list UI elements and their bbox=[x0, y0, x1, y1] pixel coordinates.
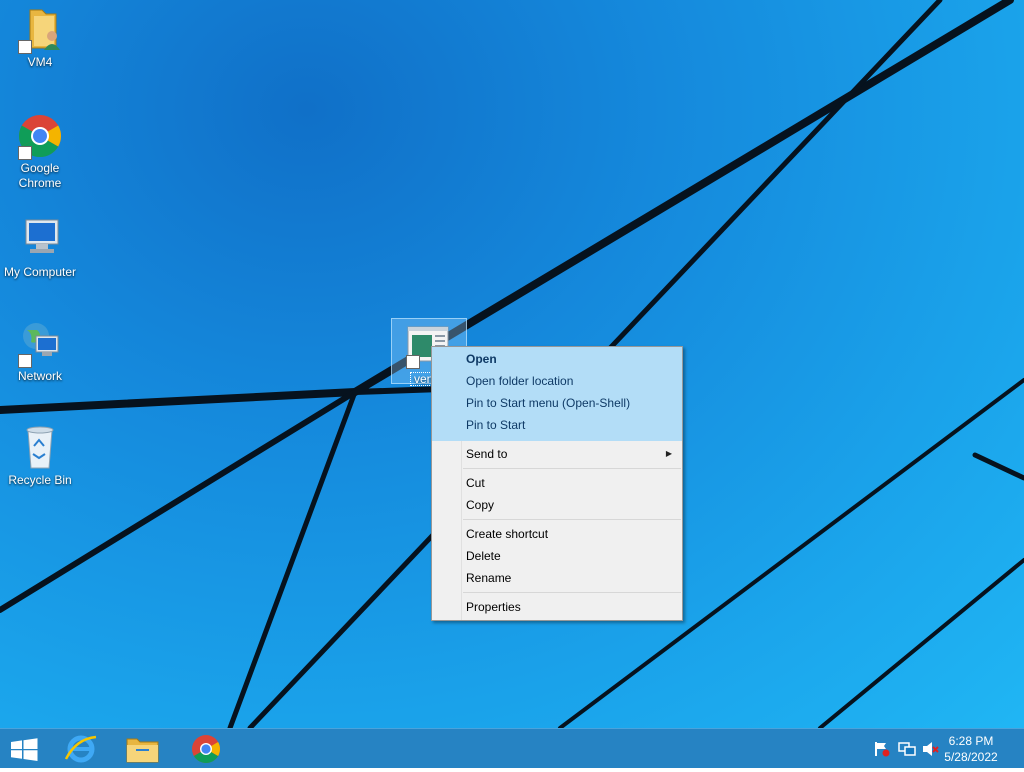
user-folder-icon bbox=[16, 6, 64, 54]
shortcut-arrow-icon bbox=[18, 146, 32, 160]
shortcut-arrow-icon bbox=[406, 355, 420, 369]
start-button[interactable] bbox=[0, 729, 56, 769]
tray-network[interactable] bbox=[898, 741, 916, 757]
menu-gutter bbox=[461, 441, 462, 620]
tray-action-center[interactable] bbox=[873, 741, 891, 757]
taskbar-internet-explorer[interactable] bbox=[56, 729, 112, 769]
desktop-icon-label: My Computer bbox=[3, 265, 77, 279]
menu-item-pin-to-start-menu[interactable]: Pin to Start menu (Open-Shell) bbox=[466, 392, 676, 414]
network-icon bbox=[16, 320, 64, 368]
submenu-arrow-icon: ▶ bbox=[665, 449, 672, 458]
desktop-icon-label: Network bbox=[17, 369, 62, 383]
windows-start-icon bbox=[11, 738, 38, 761]
desktop-icon-google-chrome[interactable]: Google Chrome bbox=[0, 112, 80, 191]
menu-separator bbox=[463, 592, 681, 593]
menu-item-open[interactable]: Open bbox=[466, 348, 676, 370]
menu-item-label: Send to bbox=[466, 447, 508, 461]
internet-explorer-icon bbox=[64, 735, 97, 763]
file-explorer-icon bbox=[126, 738, 159, 763]
recycle-bin-icon bbox=[16, 424, 64, 472]
chrome-icon bbox=[16, 112, 64, 160]
context-menu: Open Open folder location Pin to Start m… bbox=[431, 346, 683, 621]
menu-separator bbox=[463, 519, 681, 520]
taskbar-clock[interactable]: 6:28 PM 5/28/2022 bbox=[936, 733, 1006, 765]
network-tray-icon bbox=[898, 742, 916, 756]
desktop[interactable]: VM4 Google Chrome My Computer Network Re… bbox=[0, 0, 1024, 728]
shortcut-arrow-icon bbox=[18, 40, 32, 54]
taskbar: 6:28 PM 5/28/2022 bbox=[0, 728, 1024, 768]
desktop-icon-my-computer[interactable]: My Computer bbox=[0, 216, 80, 280]
clock-date: 5/28/2022 bbox=[944, 750, 998, 764]
menu-item-open-folder-location[interactable]: Open folder location bbox=[466, 370, 676, 392]
taskbar-chrome[interactable] bbox=[178, 729, 234, 769]
menu-item-copy[interactable]: Copy bbox=[466, 494, 676, 516]
menu-item-send-to[interactable]: Send to ▶ bbox=[466, 443, 676, 465]
clock-time: 6:28 PM bbox=[948, 734, 994, 748]
menu-item-delete[interactable]: Delete bbox=[466, 545, 676, 567]
menu-separator bbox=[463, 468, 681, 469]
desktop-icon-vm4[interactable]: VM4 bbox=[0, 6, 80, 70]
desktop-icon-recycle-bin[interactable]: Recycle Bin bbox=[0, 424, 80, 488]
menu-item-create-shortcut[interactable]: Create shortcut bbox=[466, 523, 676, 545]
desktop-icon-label: VM4 bbox=[27, 55, 53, 69]
computer-icon bbox=[16, 216, 64, 264]
menu-item-pin-to-start[interactable]: Pin to Start bbox=[466, 414, 676, 436]
desktop-icon-label: Recycle Bin bbox=[8, 473, 72, 487]
desktop-icon-label: Google Chrome bbox=[18, 161, 62, 190]
action-center-flag-icon bbox=[875, 742, 890, 757]
shortcut-arrow-icon bbox=[18, 354, 32, 368]
menu-item-rename[interactable]: Rename bbox=[466, 567, 676, 589]
menu-item-cut[interactable]: Cut bbox=[466, 472, 676, 494]
chrome-icon bbox=[192, 735, 220, 763]
menu-item-properties[interactable]: Properties bbox=[466, 596, 676, 618]
desktop-icon-network[interactable]: Network bbox=[0, 320, 80, 384]
taskbar-file-explorer[interactable] bbox=[114, 729, 170, 769]
